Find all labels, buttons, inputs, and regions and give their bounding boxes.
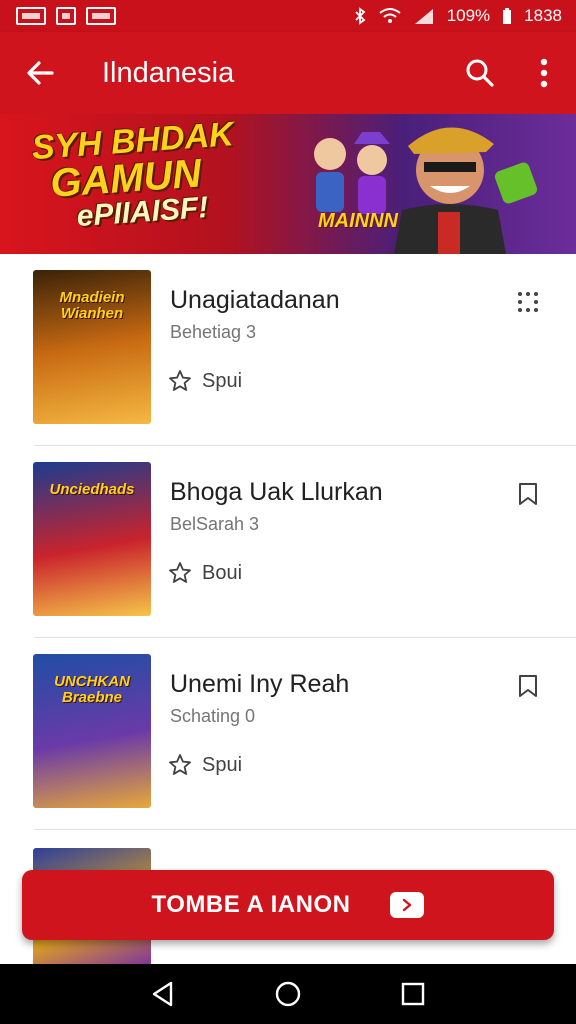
app-bar: Ilndanesia [0, 32, 576, 114]
list-item[interactable]: Unciedhads Bhoga Uak Llurkan BelSarah 3 … [0, 446, 576, 638]
star-outline-icon [169, 562, 191, 583]
star-outline-icon [169, 754, 191, 775]
battery-icon [503, 8, 512, 24]
rating[interactable]: Spui [168, 753, 242, 777]
game-title: Unemi Iny Reah [170, 670, 350, 698]
search-icon [466, 59, 494, 87]
nav-home-button[interactable] [268, 974, 308, 1014]
primary-action-label: TOMBE A IANON [151, 891, 351, 918]
star-outline-icon [169, 370, 191, 391]
clock: 1838 [524, 6, 562, 25]
item-menu-button[interactable] [508, 282, 548, 322]
bluetooth-icon [355, 7, 366, 25]
primary-action-button[interactable]: TOMBE A IANON [22, 870, 554, 940]
game-cover-image: Mnadiein Wianhen [33, 270, 151, 424]
bookmark-button[interactable] [508, 666, 548, 706]
more-grid-icon [518, 292, 538, 312]
wifi-icon [379, 8, 401, 23]
game-cover-title: Unciedhads [49, 481, 135, 498]
game-cover-image: Unciedhads [33, 462, 151, 616]
notification-icon [56, 7, 76, 25]
notification-icon [86, 7, 116, 25]
banner-logo: MAINNN [318, 210, 398, 232]
game-subtitle: Behetiag 3 [170, 322, 257, 342]
page-title: Ilndanesia [102, 56, 235, 89]
more-vert-icon [540, 58, 548, 88]
play-icon [390, 892, 425, 918]
overflow-menu-button[interactable] [512, 32, 576, 114]
game-cover-image: UNCHKAN Braebne [33, 654, 151, 808]
game-subtitle: BelSarah 3 [170, 514, 260, 534]
banner-headline: SYH BHDAK GAMUN ePIIAISF! [31, 114, 298, 235]
game-cover-title: UNCHKAN Braebne [54, 673, 130, 706]
banner-characters-image [314, 127, 538, 254]
bookmark-button[interactable] [508, 474, 548, 514]
status-bar: 109% 1838 [0, 0, 576, 32]
triangle-back-icon [152, 981, 172, 1007]
bookmark-icon [519, 483, 537, 505]
notification-icon [16, 7, 46, 25]
rating-label: Spui [202, 753, 243, 776]
list-item[interactable]: UNCHKAN Braebne Unemi Iny Reah Schating … [0, 638, 576, 830]
status-notifications [16, 7, 116, 25]
game-title: Bhoga Uak Llurkan [170, 478, 383, 506]
list-item[interactable]: Mnadiein Wianhen Unagiatadanan Behetiag … [0, 254, 576, 446]
promo-banner[interactable]: SYH BHDAK GAMUN ePIIAISF! MAINNN [0, 114, 576, 254]
nav-recents-button[interactable] [393, 974, 433, 1014]
rating[interactable]: Boui [168, 561, 242, 585]
game-title: Unagiatadanan [170, 286, 340, 314]
signal-icon [414, 9, 433, 24]
arrow-back-icon [27, 61, 54, 85]
rating-label: Spui [202, 369, 243, 392]
divider [34, 829, 576, 830]
game-cover-title: Mnadiein Wianhen [59, 289, 125, 322]
rating[interactable]: Spui [168, 369, 242, 393]
circle-home-icon [275, 981, 301, 1007]
square-recents-icon [402, 982, 425, 1006]
rating-label: Boui [202, 561, 243, 584]
search-button[interactable] [448, 32, 512, 114]
bookmark-icon [519, 675, 537, 697]
nav-back-button[interactable] [143, 974, 183, 1014]
game-subtitle: Schating 0 [170, 706, 256, 726]
back-button[interactable] [0, 32, 80, 114]
chevron-right-icon [403, 898, 412, 912]
battery-level: 109% [446, 6, 491, 25]
system-nav-bar [0, 964, 576, 1024]
status-indicators: 109% 1838 [353, 6, 562, 26]
